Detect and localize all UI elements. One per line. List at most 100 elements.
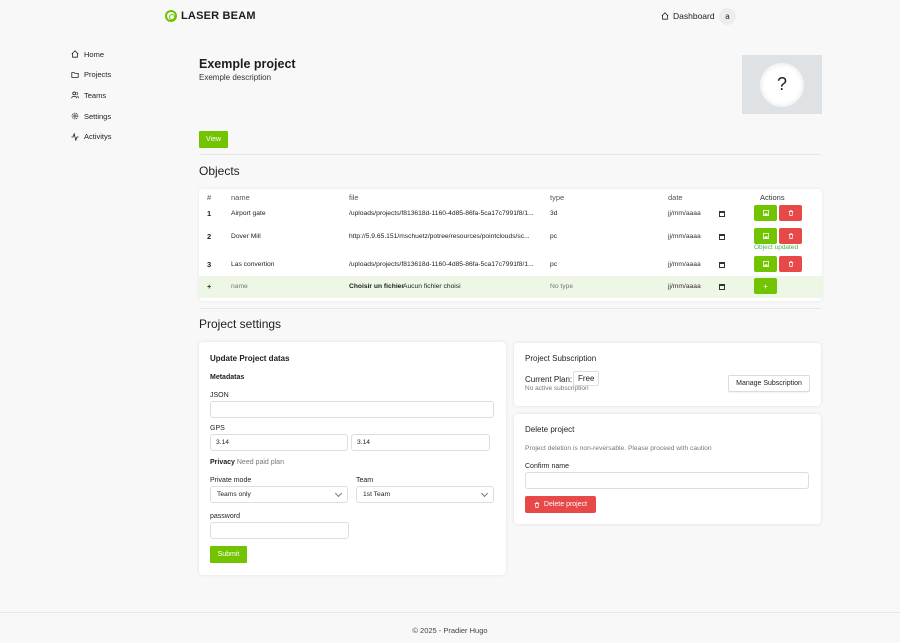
delete-project-button[interactable]: Delete project bbox=[525, 496, 596, 513]
private-mode-select[interactable]: Teams only bbox=[210, 486, 348, 503]
avatar[interactable]: a bbox=[719, 8, 736, 25]
trash-icon bbox=[534, 501, 540, 508]
dashboard-link[interactable]: Dashboard bbox=[661, 11, 715, 21]
delete-project-label: Delete project bbox=[543, 501, 588, 508]
new-date-input[interactable]: jj/mm/aaaa bbox=[668, 283, 725, 290]
row-date: jj/mm/aaaa bbox=[668, 210, 701, 217]
home-icon bbox=[71, 50, 79, 58]
save-icon bbox=[762, 233, 769, 239]
dashboard-label: Dashboard bbox=[673, 11, 715, 21]
save-button[interactable] bbox=[754, 256, 777, 272]
delete-button[interactable] bbox=[779, 205, 802, 221]
sidebar-item-activitys[interactable]: Activitys bbox=[71, 126, 112, 147]
top-bar: LASER BEAM Dashboard a bbox=[0, 0, 900, 34]
col-header-type: type bbox=[550, 193, 565, 202]
brand-logo[interactable]: LASER BEAM bbox=[165, 10, 256, 22]
objects-title: Objects bbox=[199, 164, 240, 178]
team-select[interactable]: 1st Team bbox=[356, 486, 494, 503]
col-header-file: file bbox=[349, 193, 359, 202]
calendar-icon bbox=[719, 234, 725, 240]
json-label: JSON bbox=[210, 392, 229, 399]
metadatas-heading: Metadatas bbox=[210, 374, 245, 381]
sidebar-item-label: Teams bbox=[84, 90, 107, 100]
row-file[interactable]: /uploads/projects/f813618d-1160-4d85-86f… bbox=[349, 254, 539, 276]
sidebar-item-label: Activitys bbox=[84, 132, 112, 142]
sidebar-item-projects[interactable]: Projects bbox=[71, 65, 112, 86]
gps-label: GPS bbox=[210, 425, 225, 432]
objects-table: # name file type date Actions 1 Airport … bbox=[199, 189, 822, 301]
confirm-name-field[interactable] bbox=[525, 472, 809, 489]
users-icon bbox=[71, 92, 79, 99]
col-header-name: name bbox=[231, 193, 250, 202]
gps-lon-field[interactable]: 3.14 bbox=[351, 434, 490, 451]
col-header-date: date bbox=[668, 193, 683, 202]
chevron-down-icon bbox=[334, 489, 343, 498]
file-chooser-button[interactable]: Choisir un fichier bbox=[349, 276, 404, 298]
json-field[interactable] bbox=[210, 401, 494, 418]
row-date-input[interactable]: jj/mm/aaaa bbox=[668, 261, 725, 268]
delete-project-card: Delete project Project deletion is non-r… bbox=[514, 414, 821, 524]
col-header-actions: Actions bbox=[760, 193, 785, 202]
footer-divider bbox=[0, 612, 900, 613]
activity-icon bbox=[71, 132, 79, 141]
update-project-card: Update Project datas Metadatas JSON GPS … bbox=[199, 342, 506, 575]
row-number: 3 bbox=[207, 260, 212, 269]
row-date: jj/mm/aaaa bbox=[668, 233, 701, 240]
manage-subscription-button[interactable]: Manage Subscription bbox=[728, 375, 810, 392]
team-label: Team bbox=[356, 477, 374, 484]
table-row: 1 Airport gate /uploads/projects/f813618… bbox=[199, 203, 822, 225]
sidebar: Home Projects Teams Settings Activitys bbox=[71, 44, 112, 147]
sidebar-item-home[interactable]: Home bbox=[71, 44, 112, 65]
calendar-icon bbox=[719, 262, 725, 268]
new-name-input[interactable]: name bbox=[231, 276, 248, 298]
laser-logo-icon bbox=[165, 10, 177, 22]
save-icon bbox=[762, 261, 769, 267]
submit-button[interactable]: Submit bbox=[210, 546, 247, 563]
row-file[interactable]: /uploads/projects/f813618d-1160-4d85-86f… bbox=[349, 203, 539, 225]
status-message: Object updated bbox=[754, 244, 799, 251]
new-type-select[interactable]: No type bbox=[550, 276, 573, 298]
password-label: password bbox=[210, 513, 240, 520]
row-date-input[interactable]: jj/mm/aaaa bbox=[668, 210, 725, 217]
trash-icon bbox=[788, 210, 793, 216]
row-name[interactable]: Las convertion bbox=[231, 254, 275, 276]
add-object-button[interactable]: + bbox=[754, 278, 777, 294]
row-date-input[interactable]: jj/mm/aaaa bbox=[668, 233, 725, 240]
brand-name: LASER BEAM bbox=[181, 10, 256, 22]
home-icon bbox=[661, 12, 669, 20]
trash-icon bbox=[788, 233, 793, 239]
password-field[interactable] bbox=[210, 522, 349, 539]
card-title: Update Project datas bbox=[210, 354, 290, 363]
gear-icon bbox=[71, 112, 79, 120]
gps-lat-field[interactable]: 3.14 bbox=[210, 434, 348, 451]
row-name[interactable]: Airport gate bbox=[231, 203, 266, 225]
card-title: Project Subscription bbox=[525, 354, 597, 363]
project-title: Exemple project bbox=[199, 57, 296, 71]
sidebar-item-label: Home bbox=[84, 49, 105, 59]
plan-badge: Free bbox=[573, 371, 600, 386]
row-type[interactable]: 3d bbox=[550, 203, 557, 225]
question-mark-icon: ? bbox=[760, 62, 804, 107]
sidebar-item-teams[interactable]: Teams bbox=[71, 85, 112, 106]
sidebar-item-settings[interactable]: Settings bbox=[71, 106, 112, 127]
row-type[interactable]: pc bbox=[550, 254, 557, 276]
save-icon bbox=[762, 210, 769, 216]
divider bbox=[199, 154, 821, 155]
privacy-row: Privacy Need paid plan bbox=[210, 459, 284, 466]
confirm-name-label: Confirm name bbox=[525, 463, 569, 470]
project-image: ? bbox=[742, 55, 822, 114]
row-file[interactable]: http://5.9.65.151/mschuetz/potree/resour… bbox=[349, 226, 539, 248]
divider bbox=[199, 308, 821, 309]
footer-text: © 2025 - Pradier Hugo bbox=[412, 626, 488, 635]
sidebar-item-label: Projects bbox=[84, 70, 112, 80]
row-number: 2 bbox=[207, 232, 212, 241]
delete-button[interactable] bbox=[779, 228, 802, 244]
delete-button[interactable] bbox=[779, 256, 802, 272]
row-name[interactable]: Dover Mill bbox=[231, 226, 261, 248]
save-button[interactable] bbox=[754, 205, 777, 221]
team-value: 1st Team bbox=[363, 491, 391, 498]
view-button[interactable]: View bbox=[199, 131, 228, 148]
subscription-note: No active subscription bbox=[525, 385, 589, 392]
save-button[interactable] bbox=[754, 228, 777, 244]
row-type[interactable]: pc bbox=[550, 226, 557, 248]
